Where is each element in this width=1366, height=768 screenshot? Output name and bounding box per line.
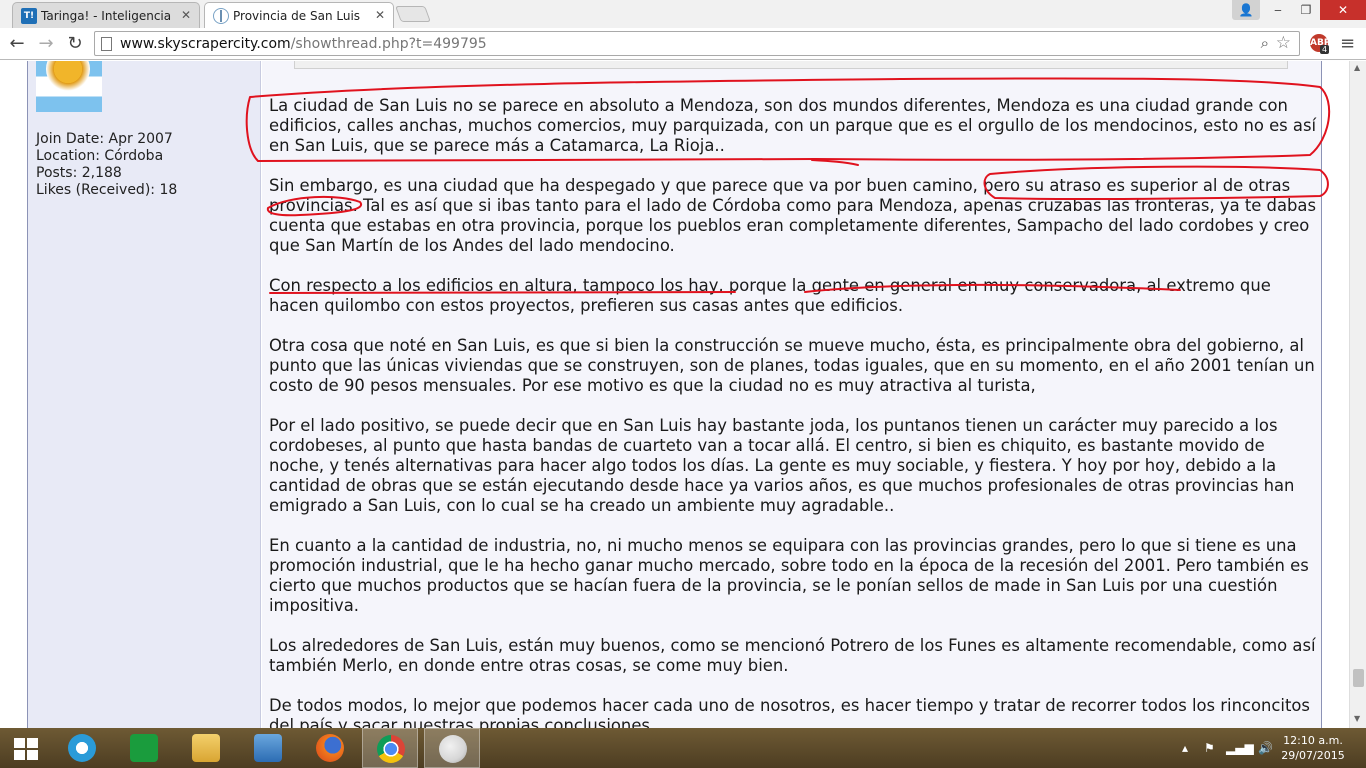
- scroll-up-icon[interactable]: ▲: [1354, 63, 1360, 72]
- post-paragraph: De todos modos, lo mejor que podemos hac…: [269, 696, 1310, 728]
- tab-title: Provincia de San Luis com: [233, 9, 363, 23]
- bookmark-star-icon[interactable]: ☆: [1276, 33, 1291, 53]
- taskbar-chrome[interactable]: [362, 728, 418, 768]
- network-signal-icon[interactable]: ▂▄▆: [1226, 741, 1254, 755]
- zoom-icon[interactable]: ⌕: [1261, 34, 1269, 52]
- taskbar-paint[interactable]: [424, 728, 480, 768]
- taskbar-store[interactable]: [116, 728, 172, 768]
- post-paragraph: Con respecto a los edificios en altura, …: [269, 276, 1271, 315]
- clock-date: 29/07/2015: [1281, 749, 1345, 762]
- post-paragraph: Por el lado positivo, se puede decir que…: [269, 416, 1295, 515]
- page-icon: [101, 37, 112, 51]
- tab-strip: T! Taringa! - Inteligencia col ✕ Provinc…: [0, 0, 1366, 28]
- scroll-down-icon[interactable]: ▼: [1354, 714, 1360, 723]
- show-hidden-icons-icon[interactable]: ▴: [1182, 741, 1188, 755]
- tab-title: Taringa! - Inteligencia col: [41, 9, 171, 23]
- address-bar[interactable]: www.skyscrapercity.com/showthread.php?t=…: [94, 31, 1300, 56]
- page-viewport: Join Date: Apr 2007 Location: Córdoba Po…: [0, 61, 1366, 728]
- clock[interactable]: 12:10 a.m. 29/07/2015: [1278, 733, 1348, 763]
- post-paragraph: Sin embargo, es una ciudad que ha despeg…: [269, 176, 1316, 255]
- start-button[interactable]: [0, 728, 56, 768]
- store-icon: [130, 734, 158, 762]
- post-body: La ciudad de San Luis no se parece en ab…: [262, 61, 1322, 728]
- reload-icon[interactable]: ↻: [63, 32, 87, 56]
- taringa-favicon-icon: T!: [21, 8, 37, 24]
- window-controls: 👤 ‒ ❐ ✕: [1232, 0, 1366, 20]
- avatar[interactable]: [36, 61, 102, 112]
- close-icon[interactable]: ✕: [1320, 0, 1366, 20]
- post-paragraph: La ciudad de San Luis no se parece en ab…: [269, 96, 1317, 155]
- firefox-icon: [316, 734, 344, 762]
- chrome-icon: [377, 735, 405, 763]
- new-tab-button[interactable]: [395, 6, 431, 22]
- minimize-icon[interactable]: ‒: [1264, 0, 1292, 20]
- file-explorer-icon: [192, 734, 220, 762]
- url-path: /showthread.php?t=499795: [290, 36, 487, 52]
- post-paragraph: Los alrededores de San Luis, están muy b…: [269, 636, 1316, 675]
- system-tray: ▴ ⚑ ▂▄▆ 🔊 12:10 a.m. 29/07/2015: [1166, 728, 1366, 768]
- likes-received: Likes (Received): 18: [36, 182, 178, 198]
- volume-icon[interactable]: 🔊: [1258, 741, 1273, 755]
- extension-badge: 4: [1320, 45, 1330, 54]
- start-icon: [14, 738, 38, 760]
- clock-time: 12:10 a.m.: [1283, 734, 1343, 747]
- forward-arrow-icon[interactable]: →: [34, 32, 58, 56]
- windows-taskbar: ▴ ⚑ ▂▄▆ 🔊 12:10 a.m. 29/07/2015: [0, 728, 1366, 768]
- join-date: Join Date: Apr 2007: [36, 131, 173, 147]
- taskbar-file-explorer[interactable]: [178, 728, 234, 768]
- url-host: www.skyscrapercity.com: [120, 36, 291, 52]
- post-content: La ciudad de San Luis no se parece en ab…: [269, 96, 1317, 728]
- tab-close-icon[interactable]: ✕: [181, 8, 191, 22]
- location: Location: Córdoba: [36, 148, 164, 164]
- taskbar-control-panel[interactable]: [240, 728, 296, 768]
- tab-skyscrapercity[interactable]: Provincia de San Luis com ✕: [204, 2, 394, 28]
- user-profile-icon[interactable]: 👤: [1232, 0, 1260, 20]
- page-scrollbar[interactable]: ▲ ▼: [1349, 61, 1366, 728]
- post-user-sidebar: Join Date: Apr 2007 Location: Córdoba Po…: [27, 61, 261, 728]
- paint-icon: [439, 735, 467, 763]
- back-arrow-icon[interactable]: ←: [5, 32, 29, 56]
- post-paragraph: Otra cosa que noté en San Luis, es que s…: [269, 336, 1315, 395]
- scroll-thumb[interactable]: [1353, 669, 1364, 687]
- post-paragraph: En cuanto a la cantidad de industria, no…: [269, 536, 1309, 615]
- url-text[interactable]: www.skyscrapercity.com/showthread.php?t=…: [120, 36, 487, 52]
- taskbar-internet-explorer[interactable]: [54, 728, 110, 768]
- tab-close-icon[interactable]: ✕: [375, 8, 385, 22]
- user-info: Join Date: Apr 2007 Location: Córdoba Po…: [36, 131, 177, 199]
- skyscrapercity-favicon-icon: [213, 8, 229, 24]
- internet-explorer-icon: [68, 734, 96, 762]
- tab-taringa[interactable]: T! Taringa! - Inteligencia col ✕: [12, 2, 200, 28]
- maximize-icon[interactable]: ❐: [1292, 0, 1320, 20]
- control-panel-icon: [254, 734, 282, 762]
- menu-icon[interactable]: ≡: [1340, 33, 1355, 54]
- browser-toolbar: ← → ↻ www.skyscrapercity.com/showthread.…: [0, 28, 1366, 60]
- quote-box: [294, 61, 1288, 69]
- taskbar-firefox[interactable]: [302, 728, 358, 768]
- action-center-flag-icon[interactable]: ⚑: [1204, 741, 1215, 755]
- post-count: Posts: 2,188: [36, 165, 122, 181]
